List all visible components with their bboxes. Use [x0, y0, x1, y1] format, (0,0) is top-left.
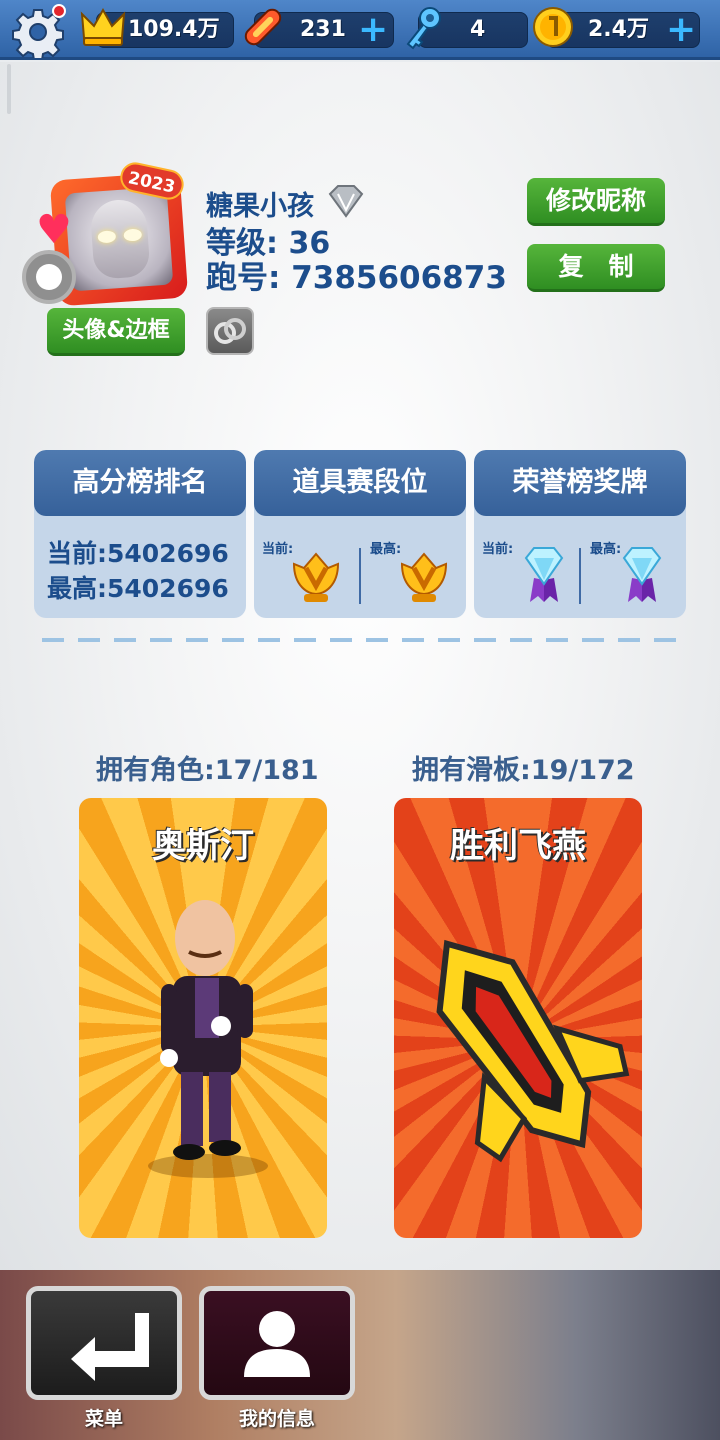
menu-label: 菜单	[84, 1408, 123, 1430]
user-profile-icon	[244, 1311, 310, 1377]
hoverboard-value: 231	[300, 17, 346, 42]
divider	[359, 548, 361, 604]
my-info-button[interactable]	[199, 1286, 355, 1400]
board-name: 胜利飞燕	[450, 826, 586, 866]
avatar-portrait	[89, 198, 151, 280]
top-resource-bar: 109.4万 231 + 4 2.4万 +	[0, 0, 720, 60]
gold-trophy-icon	[400, 552, 448, 602]
copy-id-button[interactable]: 复 制	[527, 244, 665, 292]
hoverboard-figure	[436, 939, 630, 1163]
player-id: 跑号: 7385606873	[206, 260, 507, 296]
character-name: 奥斯汀	[152, 826, 254, 866]
diamond-rank-icon	[328, 185, 364, 218]
add-hoverboard-button[interactable]: +	[358, 12, 388, 48]
character-card[interactable]: 奥斯汀	[79, 798, 327, 1238]
key-icon	[406, 7, 441, 50]
key-value: 4	[470, 17, 486, 42]
scroll-indicator	[7, 64, 11, 114]
my-info-label: 我的信息	[238, 1408, 315, 1430]
notification-dot	[52, 4, 66, 18]
hoverboard-icon	[244, 8, 282, 46]
crown-icon	[80, 7, 126, 46]
section-divider	[42, 638, 682, 642]
character-figure	[148, 900, 268, 1178]
ranking-card-title: 高分榜排名	[34, 450, 246, 516]
coin-value: 2.4万	[588, 17, 649, 42]
ranking-current: 当前:5402696	[47, 539, 229, 568]
item-league-card-title: 道具赛段位	[254, 450, 466, 516]
coin-icon	[533, 7, 573, 47]
diamond-medal-icon	[524, 547, 564, 602]
add-coins-button[interactable]: +	[666, 12, 696, 48]
avatar-frame-button[interactable]: 头像&边框	[47, 308, 185, 356]
edit-nickname-button[interactable]: 修改昵称	[527, 178, 665, 226]
rings-icon	[214, 318, 246, 344]
boards-owned: 拥有滑板:19/172	[412, 755, 635, 786]
gold-trophy-icon	[292, 552, 340, 602]
honor-current-label: 当前:	[482, 542, 514, 557]
ranking-best: 最高:5402696	[47, 574, 229, 603]
badge-settings-button[interactable]	[206, 307, 254, 355]
honor-medal-card-title: 荣誉榜奖牌	[474, 450, 686, 516]
characters-owned: 拥有角色:17/181	[96, 755, 319, 786]
menu-button[interactable]	[26, 1286, 182, 1400]
board-card[interactable]: 胜利飞燕	[394, 798, 642, 1238]
diamond-medal-icon	[622, 547, 662, 602]
divider	[579, 548, 581, 604]
avatar[interactable]: 2023 ♥	[22, 159, 192, 308]
avatar-toggle-icon[interactable]	[22, 250, 76, 304]
crown-value: 109.4万	[128, 17, 220, 42]
return-arrow-icon	[71, 1313, 149, 1381]
heart-icon: ♥	[36, 207, 72, 253]
